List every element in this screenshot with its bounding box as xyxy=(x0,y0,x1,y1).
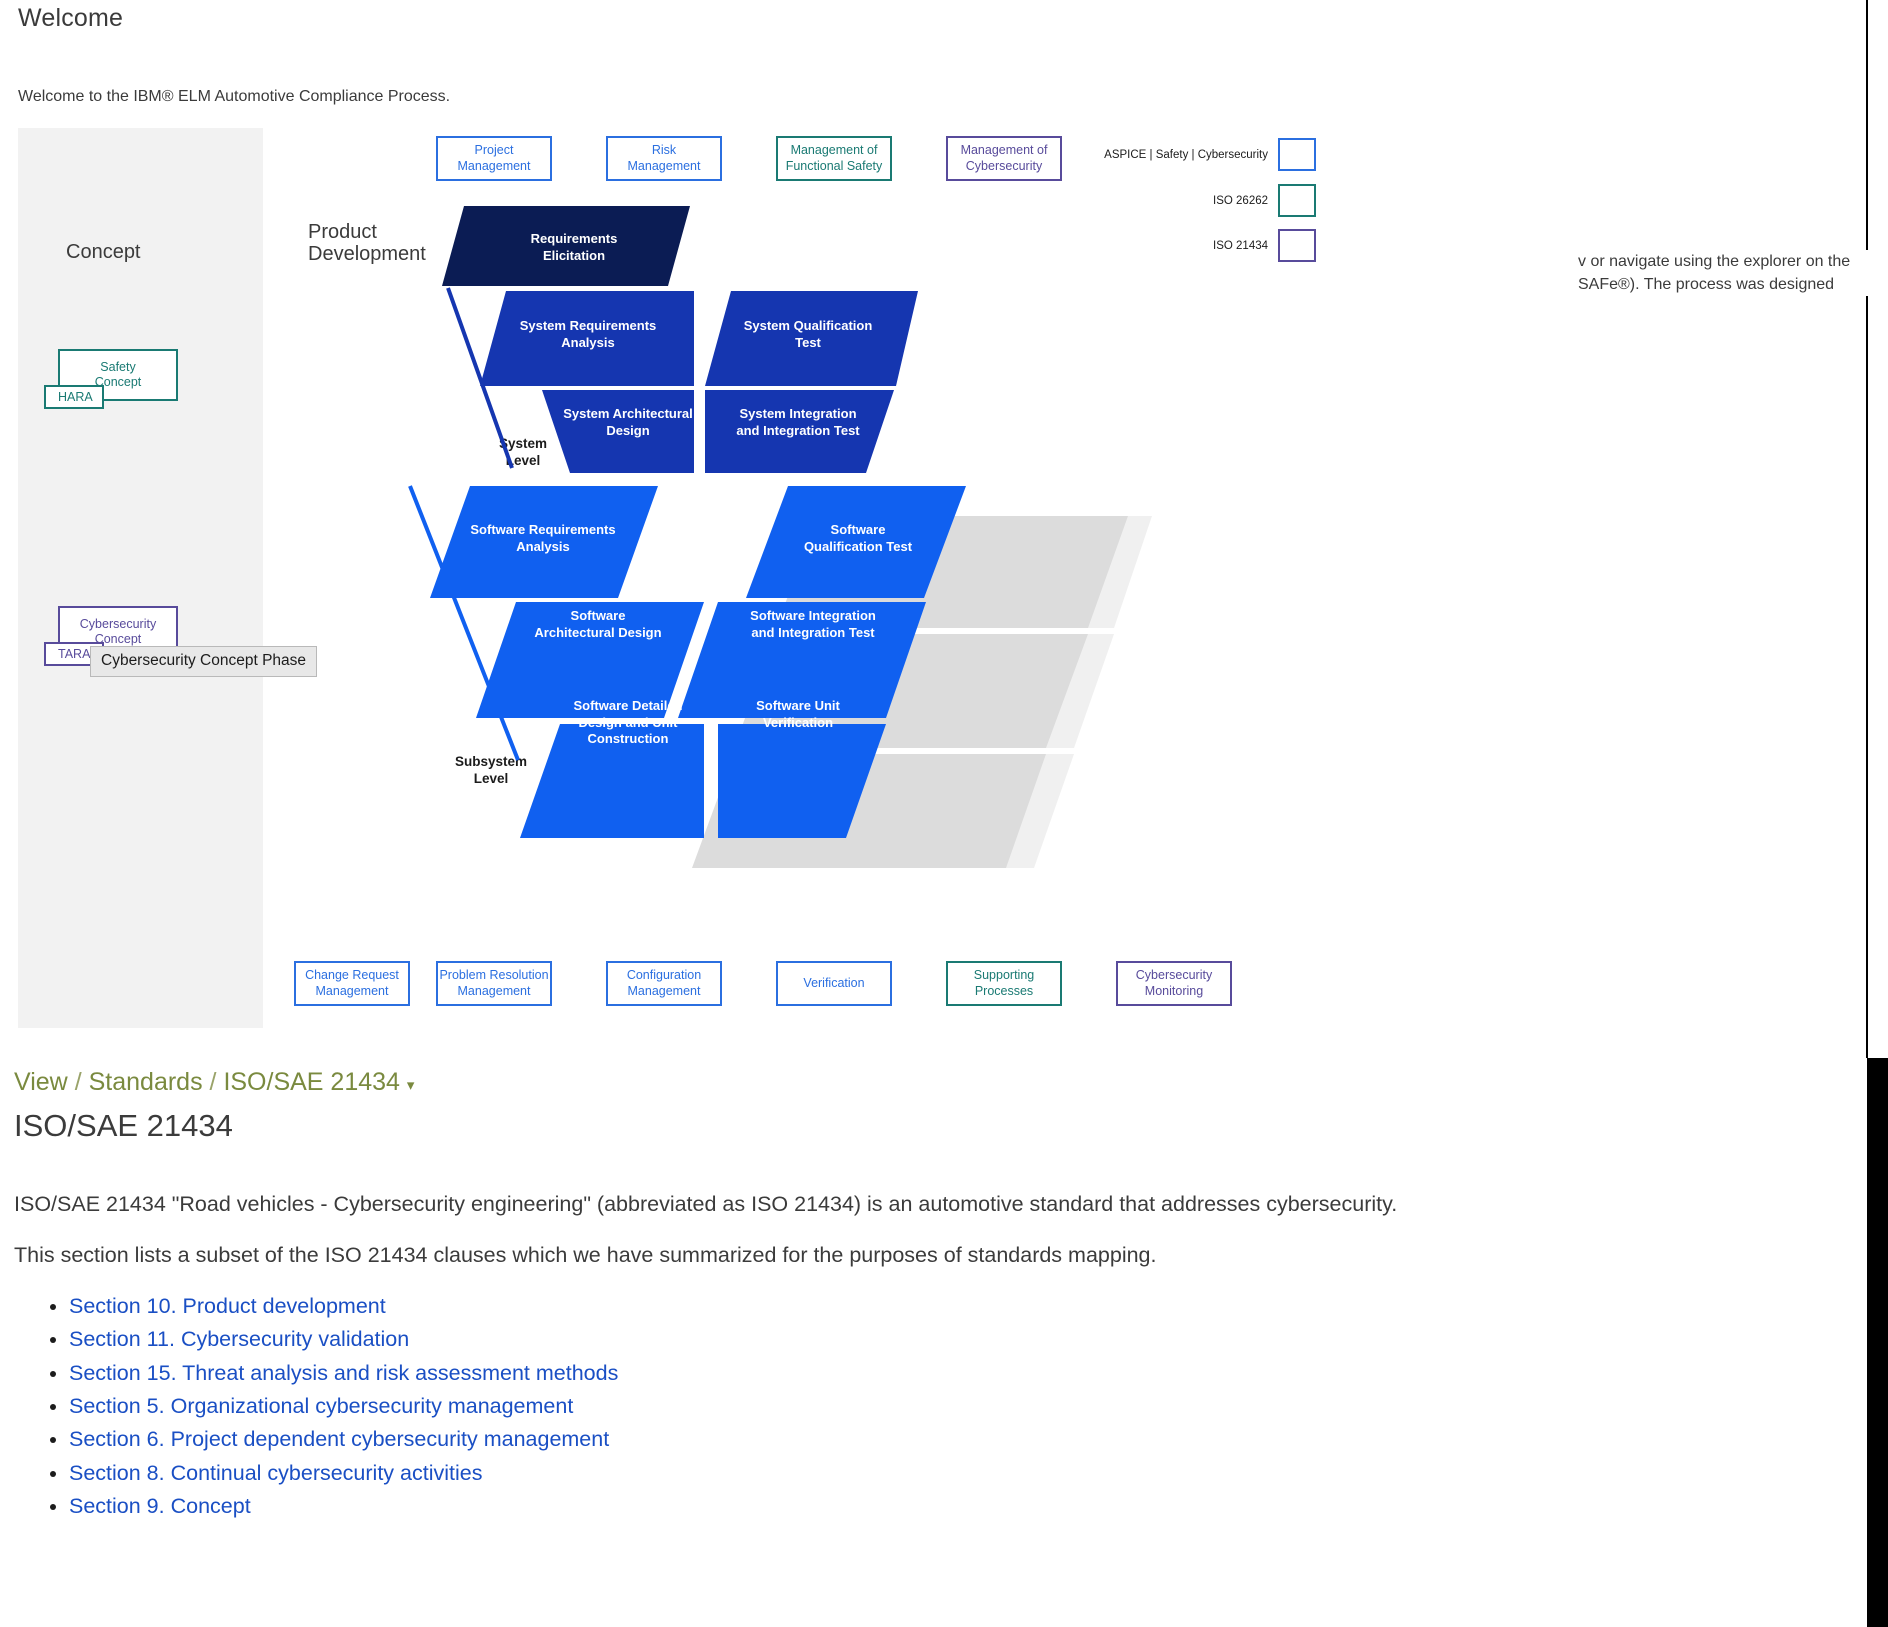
list-item: Section 9. Concept xyxy=(69,1490,618,1523)
list-item: Section 11. Cybersecurity validation xyxy=(69,1323,618,1356)
breadcrumb-separator: / xyxy=(74,1068,89,1096)
page-title: Welcome xyxy=(18,4,124,32)
section-link[interactable]: Section 8. Continual cybersecurity activ… xyxy=(69,1461,482,1485)
welcome-intro-text: Welcome to the IBM® ELM Automotive Compl… xyxy=(18,88,451,105)
section-link[interactable]: Section 11. Cybersecurity validation xyxy=(69,1327,409,1351)
list-item: Section 5. Organizational cybersecurity … xyxy=(69,1390,618,1423)
section-link[interactable]: Section 9. Concept xyxy=(69,1494,251,1518)
cell-software-detailed-design-and-unit-construction[interactable] xyxy=(520,724,704,838)
cell-software-integration-and-integration-test[interactable] xyxy=(678,602,926,718)
cell-system-integration-and-integration-test[interactable] xyxy=(705,390,894,473)
overlay-description-text: v or navigate using the explorer on the … xyxy=(1578,250,1888,297)
overlay-line-1: v or navigate using the explorer on the xyxy=(1578,253,1851,270)
automotive-compliance-process-diagram: Concept Product Development Safety Concep… xyxy=(18,128,1888,1028)
cell-system-architectural-design[interactable] xyxy=(542,390,694,473)
breadcrumb-item-current[interactable]: ISO/SAE 21434 xyxy=(223,1068,400,1096)
right-black-panel xyxy=(1867,1058,1888,1627)
document-paragraph-2: This section lists a subset of the ISO 2… xyxy=(14,1243,1157,1267)
tooltip: Cybersecurity Concept Phase xyxy=(90,646,318,677)
list-item: Section 8. Continual cybersecurity activ… xyxy=(69,1457,618,1490)
section-link[interactable]: Section 6. Project dependent cybersecuri… xyxy=(69,1427,609,1451)
list-item: Section 15. Threat analysis and risk ass… xyxy=(69,1357,618,1390)
cell-system-qualification-test[interactable] xyxy=(705,291,918,386)
section-link[interactable]: Section 10. Product development xyxy=(69,1294,386,1318)
section-link-list: Section 10. Product development Section … xyxy=(14,1290,618,1523)
right-edge-border xyxy=(1866,0,1868,1058)
breadcrumb[interactable]: View / Standards / ISO/SAE 21434 ▾ xyxy=(14,1068,414,1097)
breadcrumb-item-standards[interactable]: Standards xyxy=(89,1068,203,1096)
list-item: Section 6. Project dependent cybersecuri… xyxy=(69,1423,618,1456)
section-link[interactable]: Section 5. Organizational cybersecurity … xyxy=(69,1394,573,1418)
breadcrumb-item-view[interactable]: View xyxy=(14,1068,68,1096)
breadcrumb-separator: / xyxy=(209,1068,224,1096)
chevron-down-icon[interactable]: ▾ xyxy=(407,1077,415,1094)
document-paragraph-1: ISO/SAE 21434 "Road vehicles - Cybersecu… xyxy=(14,1192,1398,1216)
overlay-line-2: SAFe®). The process was designed xyxy=(1578,276,1835,294)
section-link[interactable]: Section 15. Threat analysis and risk ass… xyxy=(69,1361,618,1385)
list-item: Section 10. Product development xyxy=(69,1290,618,1323)
cell-software-architectural-design[interactable] xyxy=(476,602,704,718)
cell-requirements-elicitation[interactable] xyxy=(442,206,690,286)
cell-software-requirements-analysis[interactable] xyxy=(430,486,658,598)
cell-system-requirements-analysis[interactable] xyxy=(480,291,694,386)
document-title: ISO/SAE 21434 xyxy=(14,1108,233,1143)
